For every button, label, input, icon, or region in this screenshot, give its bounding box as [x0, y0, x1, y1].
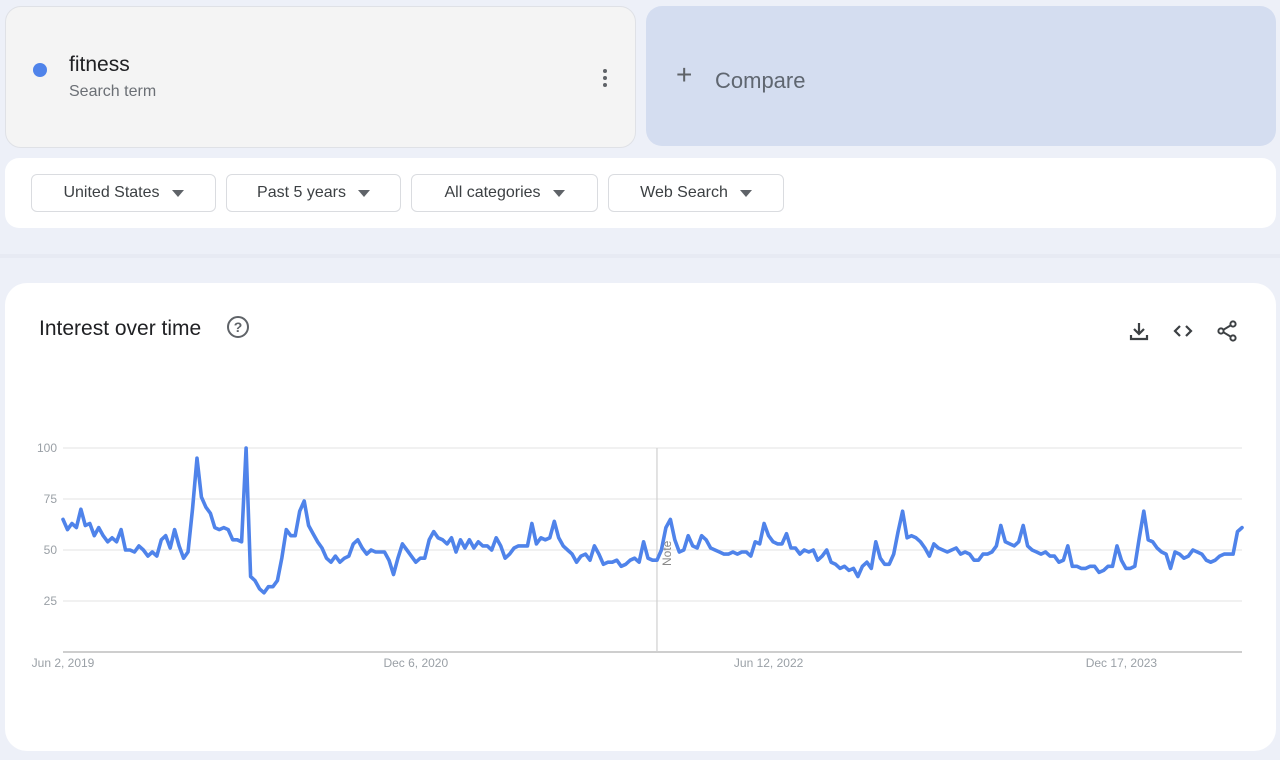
filter-time-range[interactable]: Past 5 years: [226, 174, 401, 212]
filter-bar: United States Past 5 years All categorie…: [5, 158, 1276, 228]
download-icon[interactable]: [1127, 319, 1151, 343]
filter-time-label: Past 5 years: [257, 184, 346, 201]
caret-down-icon: [357, 189, 370, 197]
filter-search-type-label: Web Search: [640, 184, 728, 201]
search-term-card[interactable]: fitness Search term: [5, 6, 636, 148]
caret-down-icon: [739, 189, 752, 197]
search-term-name: fitness: [69, 53, 130, 76]
caret-down-icon: [171, 189, 184, 197]
filter-region[interactable]: United States: [31, 174, 216, 212]
compare-label: Compare: [715, 68, 806, 93]
filter-search-type[interactable]: Web Search: [608, 174, 784, 212]
more-vert-icon[interactable]: [598, 67, 612, 89]
filter-region-label: United States: [63, 184, 160, 201]
question-circle-icon[interactable]: ?: [227, 316, 249, 338]
embed-code-icon[interactable]: [1171, 319, 1195, 343]
search-term-type: Search term: [69, 83, 157, 100]
plus-icon: +: [676, 59, 693, 90]
panel-title: Interest over time: [39, 317, 202, 340]
caret-down-icon: [552, 189, 565, 197]
section-divider: [0, 254, 1280, 258]
share-icon[interactable]: [1215, 319, 1239, 343]
filter-category-label: All categories: [444, 184, 541, 201]
interest-over-time-panel: Interest over time ?: [5, 283, 1276, 751]
filter-category[interactable]: All categories: [411, 174, 598, 212]
series-color-dot: [33, 63, 47, 77]
compare-button[interactable]: + Compare: [646, 6, 1276, 146]
